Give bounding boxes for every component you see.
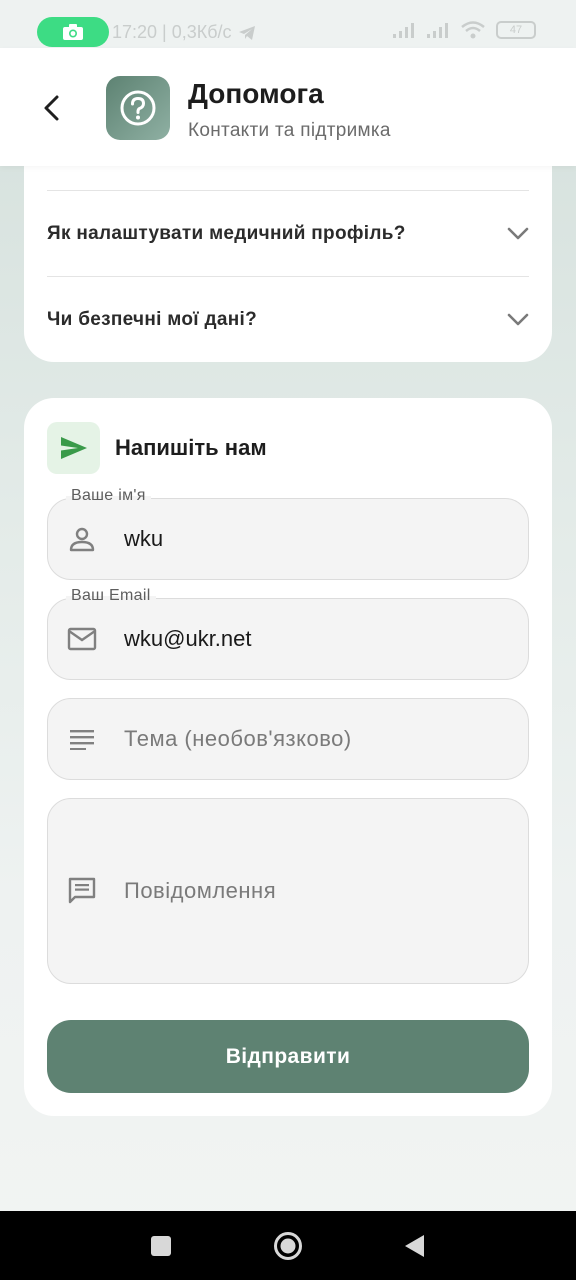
system-nav-bar xyxy=(0,1211,576,1280)
arrow-back-icon xyxy=(44,95,59,121)
chevron-down-icon xyxy=(507,313,529,326)
battery-icon: 47 xyxy=(496,21,536,39)
back-button[interactable] xyxy=(32,88,72,128)
subject-field[interactable]: Тема (необов'язково) xyxy=(47,698,529,780)
faq-item-data-security[interactable]: Чи безпечні мої дані? xyxy=(47,278,529,362)
contact-form-card: Напишіть нам Ваше ім'я wku Ваш Email wku… xyxy=(24,398,552,1116)
email-field-value: wku@ukr.net xyxy=(124,626,252,651)
wifi-icon xyxy=(461,21,485,39)
email-field[interactable]: Ваш Email wku@ukr.net xyxy=(47,587,529,680)
contact-form-header: Напишіть нам xyxy=(47,422,267,474)
faq-question: Як налаштувати медичний профіль? xyxy=(47,223,406,244)
send-button[interactable]: Відправити xyxy=(47,1020,529,1093)
status-bar: 17:20 | 0,3Кб/с 47 xyxy=(0,0,576,48)
triangle-back-icon xyxy=(405,1235,424,1257)
email-field-label: Ваш Email xyxy=(66,587,156,605)
telegram-icon xyxy=(238,25,255,40)
help-app-icon xyxy=(106,76,170,140)
signal-icon xyxy=(393,23,414,38)
subject-lines-icon xyxy=(66,723,98,755)
help-circle-icon xyxy=(120,90,156,126)
name-field-label: Ваше ім'я xyxy=(66,487,151,505)
chevron-down-icon xyxy=(507,227,529,240)
message-icon xyxy=(66,875,98,907)
message-field-placeholder: Повідомлення xyxy=(124,878,277,903)
home-circle-icon xyxy=(274,1232,302,1260)
status-time-text: 17:20 | 0,3Кб/с xyxy=(112,22,232,42)
status-icons: 47 xyxy=(392,20,536,40)
page-subtitle: Контакти та підтримка xyxy=(188,120,391,141)
page-title: Допомога xyxy=(188,78,324,109)
screen-record-indicator xyxy=(37,17,109,47)
name-field[interactable]: Ваше ім'я wku xyxy=(47,487,529,580)
person-icon xyxy=(66,523,98,555)
faq-question: Чи безпечні мої дані? xyxy=(47,309,258,330)
name-field-value: wku xyxy=(124,526,164,551)
contact-form-title: Напишіть нам xyxy=(115,435,267,460)
status-time: 17:20 | 0,3Кб/с xyxy=(112,22,256,43)
send-badge xyxy=(47,422,100,474)
square-icon xyxy=(151,1236,171,1256)
faq-divider xyxy=(47,190,529,191)
mail-icon xyxy=(66,623,98,655)
send-icon xyxy=(60,437,87,459)
nav-back-button[interactable] xyxy=(400,1231,430,1261)
message-field[interactable]: Повідомлення xyxy=(47,798,529,984)
camera-icon xyxy=(63,24,83,40)
battery-level: 47 xyxy=(509,24,523,36)
subject-field-placeholder: Тема (необов'язково) xyxy=(124,726,352,751)
app-header: Допомога Контакти та підтримка xyxy=(0,48,576,166)
faq-item-medical-profile[interactable]: Як налаштувати медичний профіль? xyxy=(47,192,529,276)
recents-button[interactable] xyxy=(146,1231,176,1261)
home-button[interactable] xyxy=(273,1231,303,1261)
signal-icon-2 xyxy=(427,23,448,38)
faq-divider xyxy=(47,276,529,277)
